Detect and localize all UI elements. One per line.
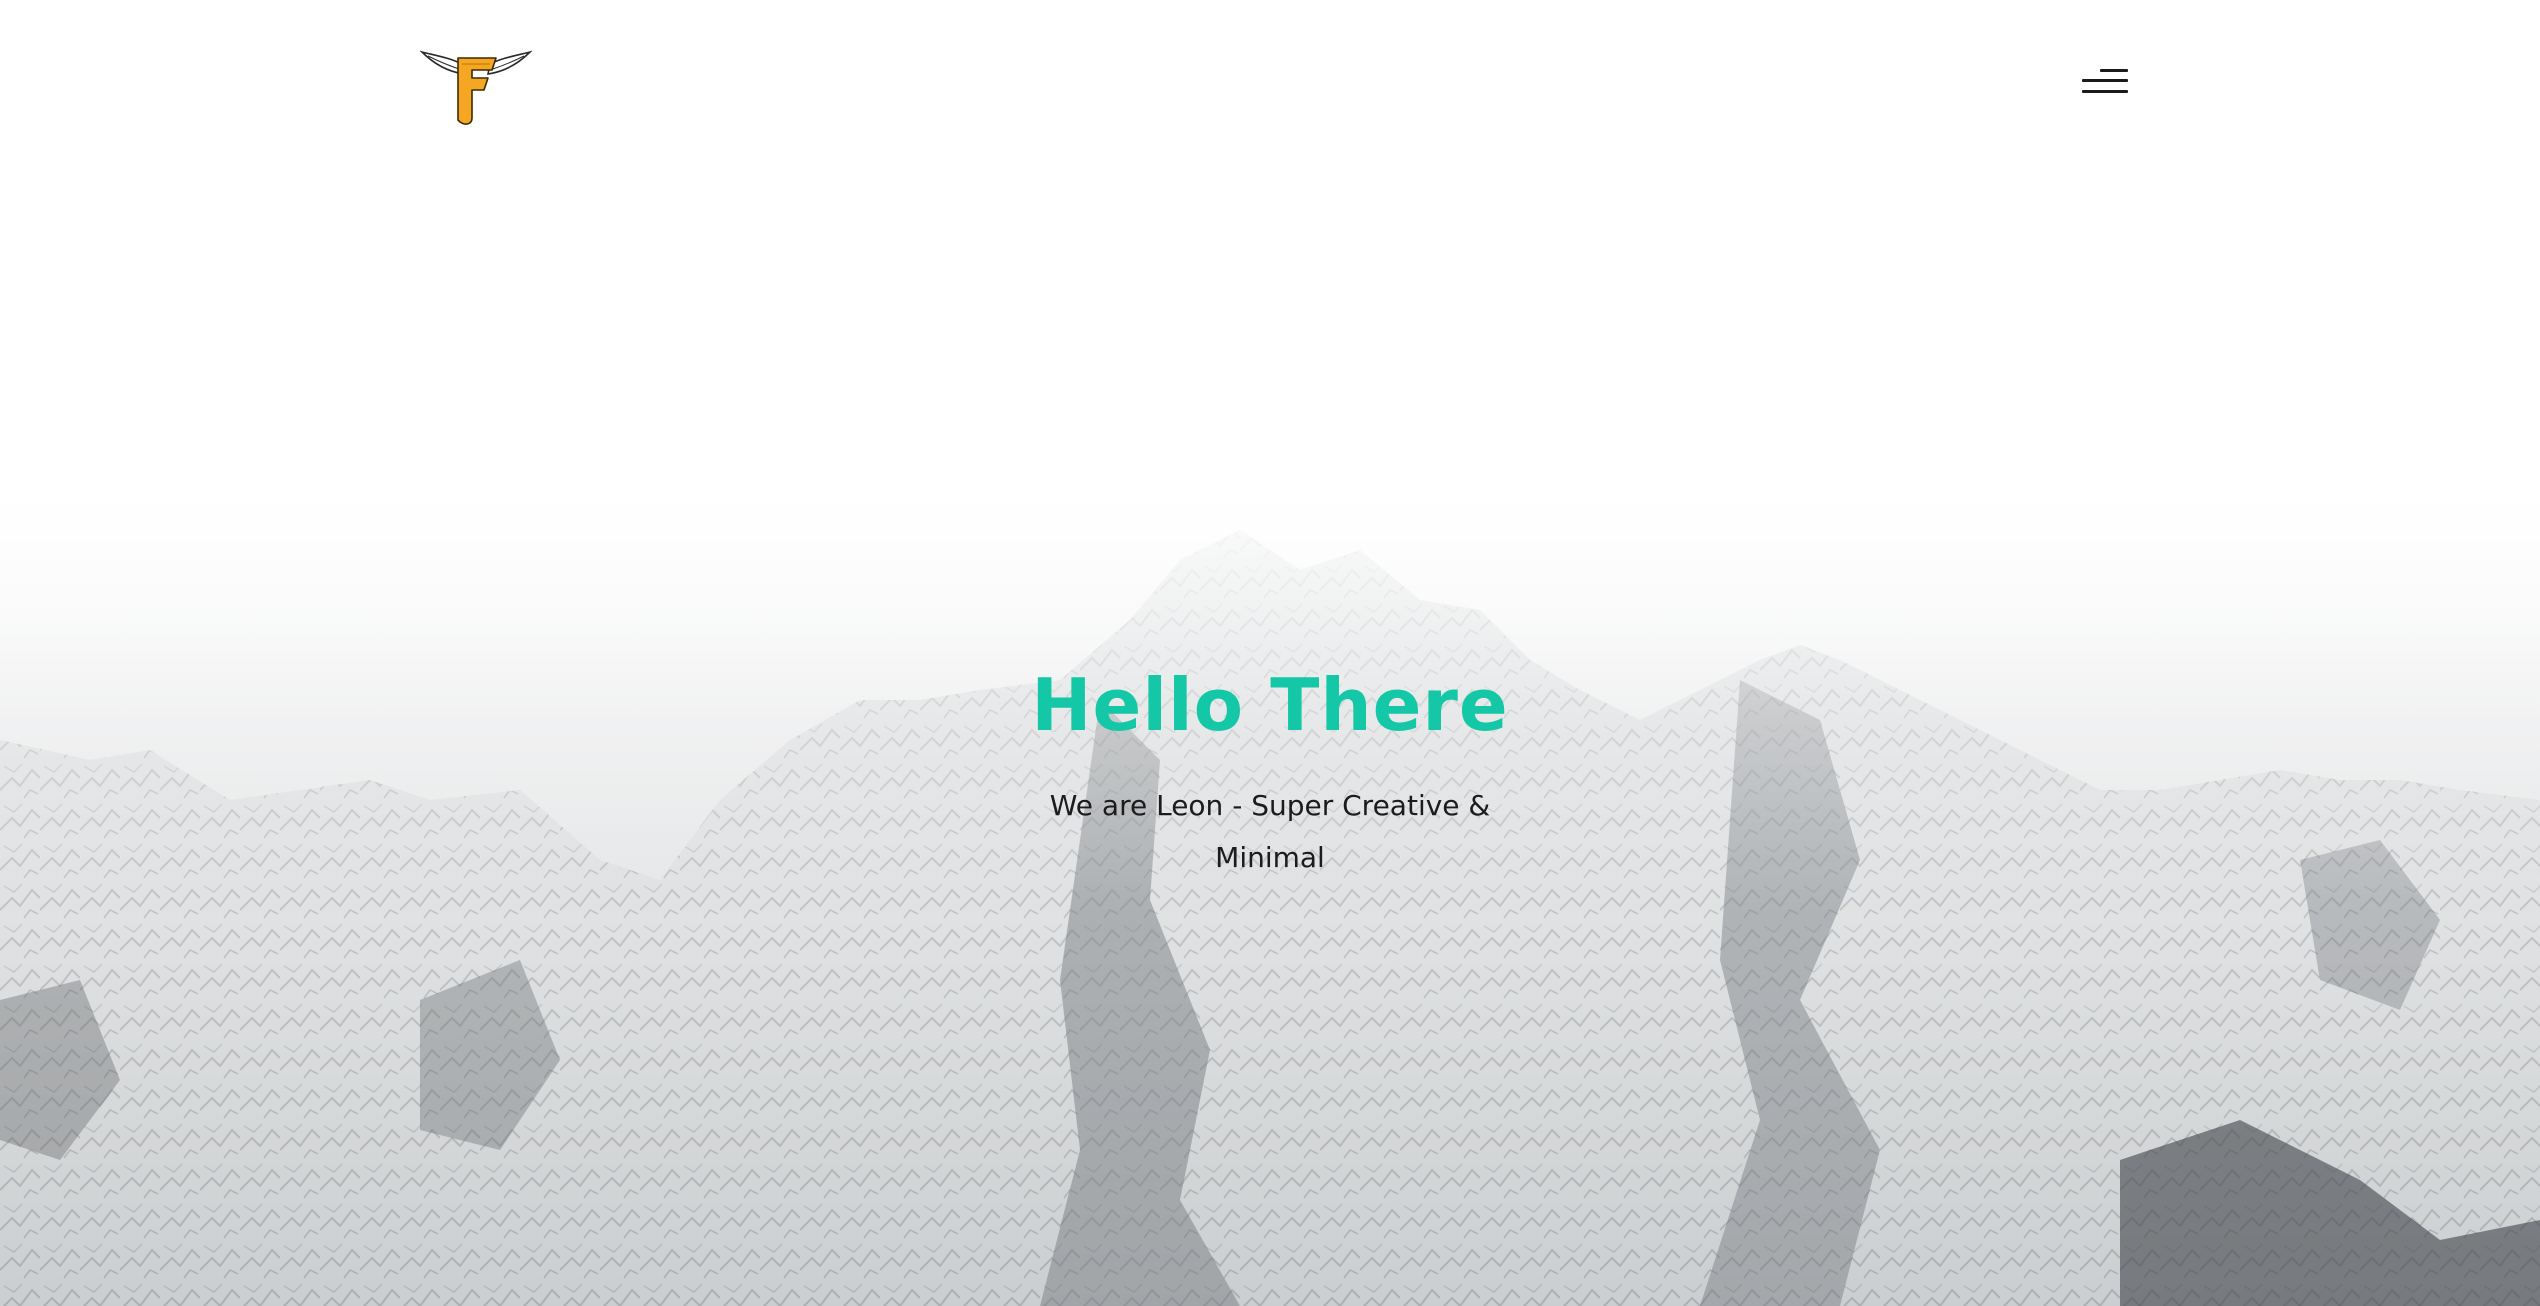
site-header — [0, 0, 2540, 170]
landing-page: Hello There We are Leon - Super Creative… — [0, 0, 2540, 1306]
menu-line-icon — [2100, 69, 2128, 72]
menu-line-icon — [2082, 90, 2128, 93]
hero-title: Hello There — [1031, 663, 1509, 747]
winged-f-logo[interactable] — [420, 44, 532, 128]
hero-subtitle: We are Leon - Super Creative & Minimal — [1049, 789, 1491, 874]
menu-line-icon — [2082, 79, 2128, 82]
hamburger-menu-button[interactable] — [2076, 64, 2132, 100]
hero-section: Hello There We are Leon - Super Creative… — [920, 650, 1620, 884]
